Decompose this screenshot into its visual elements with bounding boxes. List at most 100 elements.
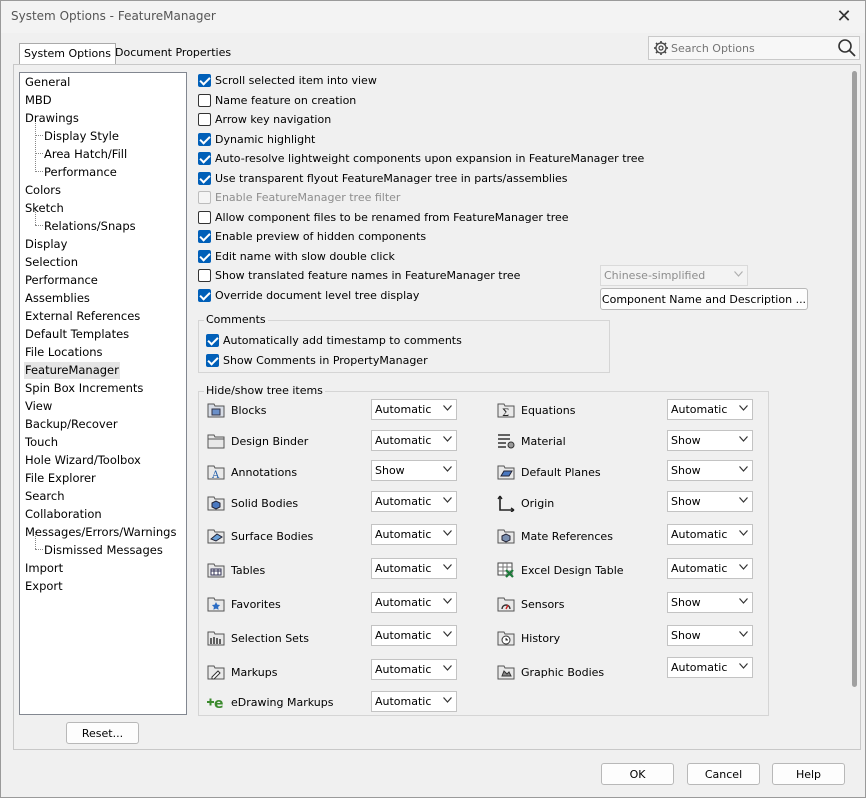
option-override-tree-display[interactable]: Override document level tree display bbox=[198, 287, 419, 303]
search-icon[interactable] bbox=[837, 38, 857, 58]
tree-item-relations-snaps[interactable]: Relations/Snaps bbox=[43, 218, 137, 235]
tree-item-view[interactable]: View bbox=[24, 398, 53, 415]
option-name-feature-on-creation[interactable]: Name feature on creation bbox=[198, 92, 356, 108]
solid-bodies-select[interactable]: Automatic bbox=[371, 491, 457, 512]
tree-item-collaboration[interactable]: Collaboration bbox=[24, 506, 103, 523]
option-preview-hidden-components[interactable]: Enable preview of hidden components bbox=[198, 228, 426, 244]
edrawing-markups-select[interactable]: Automatic bbox=[371, 691, 457, 712]
tree-connector bbox=[35, 171, 43, 172]
checkbox[interactable] bbox=[198, 210, 211, 224]
tree-item-sketch[interactable]: Sketch bbox=[24, 200, 65, 217]
option-show-comments-propertymanager[interactable]: Show Comments in PropertyManager bbox=[206, 352, 428, 368]
tree-item-dismissed-messages[interactable]: Dismissed Messages bbox=[43, 542, 164, 559]
checkbox[interactable] bbox=[198, 229, 211, 243]
checkbox[interactable] bbox=[198, 249, 211, 263]
option-arrow-key-navigation[interactable]: Arrow key navigation bbox=[198, 111, 331, 127]
tree-item-mbd[interactable]: MBD bbox=[24, 92, 53, 109]
tree-item-general[interactable]: General bbox=[24, 74, 71, 91]
checkbox[interactable] bbox=[198, 112, 211, 126]
tree-item-touch[interactable]: Touch bbox=[24, 434, 59, 451]
option-edit-name-slow-double-click[interactable]: Edit name with slow double click bbox=[198, 248, 395, 264]
history-select[interactable]: Show bbox=[667, 625, 753, 646]
chevron-down-icon bbox=[739, 466, 748, 472]
option-allow-rename-components[interactable]: Allow component files to be renamed from… bbox=[198, 209, 569, 225]
tree-item-colors[interactable]: Colors bbox=[24, 182, 62, 199]
favorites-select[interactable]: Automatic bbox=[371, 592, 457, 613]
tree-item-external-references[interactable]: External References bbox=[24, 308, 141, 325]
tree-item-drawings-performance[interactable]: Performance bbox=[43, 164, 118, 181]
checkbox[interactable] bbox=[198, 268, 211, 282]
design-binder-select[interactable]: Automatic bbox=[371, 430, 457, 451]
tree-item-spin-box-increments[interactable]: Spin Box Increments bbox=[24, 380, 144, 397]
tree-item-display[interactable]: Display bbox=[24, 236, 68, 253]
option-show-translated-names[interactable]: Show translated feature names in Feature… bbox=[198, 267, 520, 283]
hide-show-label: Design Binder bbox=[231, 434, 309, 448]
surface-bodies-select[interactable]: Automatic bbox=[371, 524, 457, 545]
mate-references-select[interactable]: Automatic bbox=[667, 524, 753, 545]
select-value: Show bbox=[671, 464, 701, 477]
checkbox[interactable] bbox=[198, 73, 211, 87]
tab-document-properties[interactable]: Document Properties bbox=[111, 43, 235, 64]
tree-item-display-style[interactable]: Display Style bbox=[43, 128, 120, 145]
default-planes-select[interactable]: Show bbox=[667, 460, 753, 481]
markups-select[interactable]: Automatic bbox=[371, 659, 457, 680]
checkbox[interactable] bbox=[198, 93, 211, 107]
tree-item-file-explorer[interactable]: File Explorer bbox=[24, 470, 97, 487]
cancel-button[interactable]: Cancel bbox=[687, 763, 760, 785]
checkbox[interactable] bbox=[198, 151, 211, 165]
gear-icon[interactable] bbox=[653, 40, 669, 56]
chevron-down-icon bbox=[739, 598, 748, 604]
checkbox[interactable] bbox=[198, 288, 211, 302]
ok-button[interactable]: OK bbox=[601, 763, 674, 785]
reset-button[interactable]: Reset... bbox=[66, 722, 139, 744]
option-timestamp-comments[interactable]: Automatically add timestamp to comments bbox=[206, 332, 462, 348]
panel-scrollbar[interactable] bbox=[852, 71, 857, 687]
tree-item-default-templates[interactable]: Default Templates bbox=[24, 326, 130, 343]
close-button[interactable]: ✕ bbox=[829, 3, 859, 29]
material-select[interactable]: Show bbox=[667, 430, 753, 451]
chevron-down-icon bbox=[443, 665, 452, 671]
equations-select[interactable]: Automatic bbox=[667, 399, 753, 420]
tree-item-hole-wizard-toolbox[interactable]: Hole Wizard/Toolbox bbox=[24, 452, 142, 469]
tree-connector bbox=[35, 135, 43, 136]
option-transparent-flyout[interactable]: Use transparent flyout FeatureManager tr… bbox=[198, 170, 568, 186]
selection-sets-select[interactable]: Automatic bbox=[371, 625, 457, 646]
option-dynamic-highlight[interactable]: Dynamic highlight bbox=[198, 131, 315, 147]
search-input[interactable] bbox=[671, 39, 831, 57]
tree-item-file-locations[interactable]: File Locations bbox=[24, 344, 104, 361]
tree-item-performance[interactable]: Performance bbox=[24, 272, 99, 289]
tab-system-options[interactable]: System Options bbox=[19, 43, 116, 65]
checkbox[interactable] bbox=[198, 132, 211, 146]
hide-show-label: Origin bbox=[521, 496, 555, 510]
tables-icon bbox=[207, 563, 225, 578]
tree-item-assemblies[interactable]: Assemblies bbox=[24, 290, 91, 307]
checkbox[interactable] bbox=[206, 333, 219, 347]
checkbox[interactable] bbox=[198, 171, 211, 185]
tree-item-backup-recover[interactable]: Backup/Recover bbox=[24, 416, 119, 433]
checkbox[interactable] bbox=[206, 353, 219, 367]
graphic-bodies-select[interactable]: Automatic bbox=[667, 657, 753, 678]
blocks-select[interactable]: Automatic bbox=[371, 399, 457, 420]
tree-item-featuremanager[interactable]: FeatureManager bbox=[24, 362, 120, 379]
component-name-description-button[interactable]: Component Name and Description ... bbox=[600, 288, 808, 310]
select-value: Automatic bbox=[375, 629, 432, 642]
annotations-select[interactable]: Show bbox=[371, 460, 457, 481]
sensors-select[interactable]: Show bbox=[667, 592, 753, 613]
option-auto-resolve-lightweight[interactable]: Auto-resolve lightweight components upon… bbox=[198, 150, 644, 166]
help-button[interactable]: Help bbox=[772, 763, 845, 785]
tree-item-selection[interactable]: Selection bbox=[24, 254, 79, 271]
tree-item-drawings[interactable]: Drawings bbox=[24, 110, 80, 127]
tables-select[interactable]: Automatic bbox=[371, 558, 457, 579]
select-value: Show bbox=[671, 596, 701, 609]
edrawing-markups-icon: e bbox=[207, 696, 224, 711]
origin-select[interactable]: Show bbox=[667, 491, 753, 512]
option-scroll-selected-item[interactable]: Scroll selected item into view bbox=[198, 72, 377, 88]
excel-design-table-select[interactable]: Automatic bbox=[667, 558, 753, 579]
option-label: Auto-resolve lightweight components upon… bbox=[215, 151, 645, 165]
tree-item-area-hatch-fill[interactable]: Area Hatch/Fill bbox=[43, 146, 128, 163]
tree-item-import[interactable]: Import bbox=[24, 560, 64, 577]
tree-item-export[interactable]: Export bbox=[24, 578, 64, 595]
tree-item-messages-errors-warnings[interactable]: Messages/Errors/Warnings bbox=[24, 524, 177, 541]
tree-item-search[interactable]: Search bbox=[24, 488, 66, 505]
favorites-icon bbox=[207, 597, 225, 612]
